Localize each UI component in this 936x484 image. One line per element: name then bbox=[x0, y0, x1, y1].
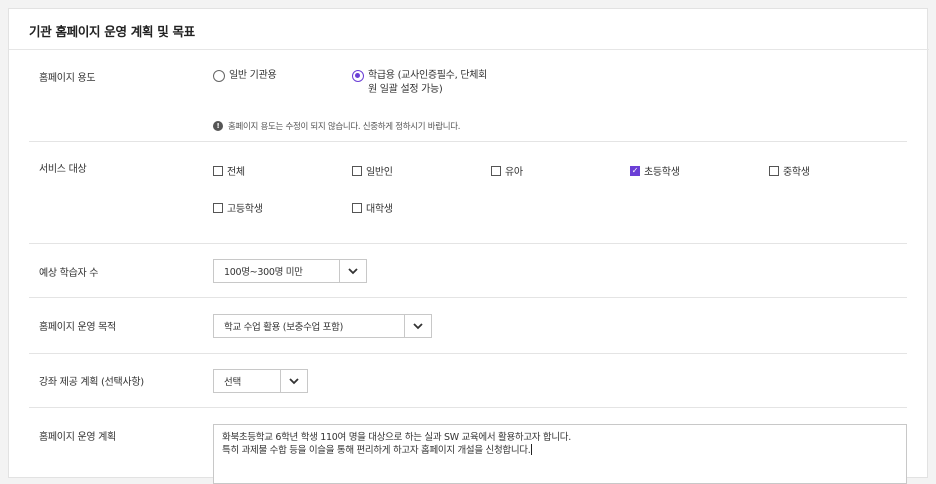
target-checkbox-university[interactable]: 대학생 bbox=[352, 200, 393, 215]
checkbox-checked-icon: ✓ bbox=[630, 165, 640, 176]
learners-select[interactable]: 100명~300명 미만 bbox=[213, 259, 367, 283]
chevron-down-icon[interactable] bbox=[339, 260, 366, 282]
target-checkbox-infant[interactable]: 유아 bbox=[491, 163, 523, 178]
operation-plan-line-1: 화북초등학교 6학년 학생 110여 명을 대상으로 하는 실과 SW 교육에서… bbox=[222, 432, 571, 443]
learners-label: 예상 학습자 수 bbox=[39, 268, 99, 279]
info-icon: ! bbox=[213, 121, 223, 131]
section-title: 기관 홈페이지 운영 계획 및 목표 bbox=[29, 24, 195, 39]
row-divider bbox=[29, 407, 907, 408]
course-plan-label: 강좌 제공 계획 (선택사항) bbox=[39, 377, 144, 388]
target-checkbox-university-label: 대학생 bbox=[366, 204, 393, 215]
checkbox-unchecked-icon bbox=[352, 202, 362, 213]
chevron-down-icon[interactable] bbox=[280, 370, 307, 392]
chevron-down-icon[interactable] bbox=[404, 315, 431, 337]
target-checkbox-high-label: 고등학생 bbox=[227, 204, 263, 215]
target-label: 서비스 대상 bbox=[39, 164, 87, 175]
usage-radio-class[interactable]: 학급용 (교사인증필수, 단체회 원 일괄 설정 가능) bbox=[352, 69, 487, 97]
target-checkbox-elementary-label: 초등학생 bbox=[644, 167, 680, 178]
target-checkbox-middle-label: 중학생 bbox=[783, 167, 810, 178]
operation-plan-card: 기관 홈페이지 운영 계획 및 목표 홈페이지 용도 일반 기관용 학급용 (교… bbox=[8, 8, 929, 484]
target-checkbox-public[interactable]: 일반인 bbox=[352, 163, 393, 178]
usage-radio-class-label: 학급용 (교사인증필수, 단체회 원 일괄 설정 가능) bbox=[368, 70, 488, 95]
text-cursor bbox=[531, 444, 533, 455]
target-checkbox-high[interactable]: 고등학생 bbox=[213, 200, 263, 215]
usage-radio-general[interactable]: 일반 기관용 bbox=[213, 69, 277, 83]
usage-radio-general-label: 일반 기관용 bbox=[229, 70, 277, 81]
target-checkbox-all-label: 전체 bbox=[227, 167, 245, 178]
target-checkbox-elementary[interactable]: ✓ 초등학생 bbox=[630, 163, 680, 178]
target-checkbox-infant-label: 유아 bbox=[505, 167, 523, 178]
usage-note-text: 홈페이지 용도는 수정이 되지 않습니다. 신중하게 정하시기 바랍니다. bbox=[228, 122, 461, 132]
usage-label: 홈페이지 용도 bbox=[39, 73, 96, 84]
target-checkbox-public-label: 일반인 bbox=[366, 167, 393, 178]
target-checkbox-all[interactable]: 전체 bbox=[213, 163, 245, 178]
purpose-select[interactable]: 학교 수업 활용 (보충수업 포함) bbox=[213, 314, 432, 338]
purpose-label: 홈페이지 운영 목적 bbox=[39, 322, 116, 333]
checkbox-unchecked-icon bbox=[352, 165, 362, 176]
course-plan-select[interactable]: 선택 bbox=[213, 369, 308, 393]
checkbox-unchecked-icon bbox=[213, 165, 223, 176]
title-divider bbox=[9, 49, 929, 50]
operation-plan-textarea[interactable]: 화북초등학교 6학년 학생 110여 명을 대상으로 하는 실과 SW 교육에서… bbox=[213, 424, 907, 484]
checkbox-unchecked-icon bbox=[769, 165, 779, 176]
row-divider bbox=[29, 141, 907, 142]
course-plan-select-value: 선택 bbox=[224, 377, 241, 388]
purpose-select-value: 학교 수업 활용 (보충수업 포함) bbox=[224, 322, 343, 333]
row-divider bbox=[29, 353, 907, 354]
checkbox-unchecked-icon bbox=[213, 202, 223, 213]
row-divider bbox=[29, 297, 907, 298]
radio-unselected-icon bbox=[213, 70, 225, 82]
checkbox-unchecked-icon bbox=[491, 165, 501, 176]
radio-selected-icon bbox=[352, 70, 364, 82]
row-divider bbox=[29, 243, 907, 244]
usage-note: ! 홈페이지 용도는 수정이 되지 않습니다. 신중하게 정하시기 바랍니다. bbox=[213, 120, 460, 132]
learners-select-value: 100명~300명 미만 bbox=[224, 267, 303, 278]
target-checkbox-middle[interactable]: 중학생 bbox=[769, 163, 810, 178]
operation-plan-label: 홈페이지 운영 계획 bbox=[39, 432, 116, 443]
operation-plan-line-2: 특히 과제물 수합 등을 이슬을 통해 편리하게 하고자 홈페이지 개설을 신청… bbox=[222, 444, 533, 456]
